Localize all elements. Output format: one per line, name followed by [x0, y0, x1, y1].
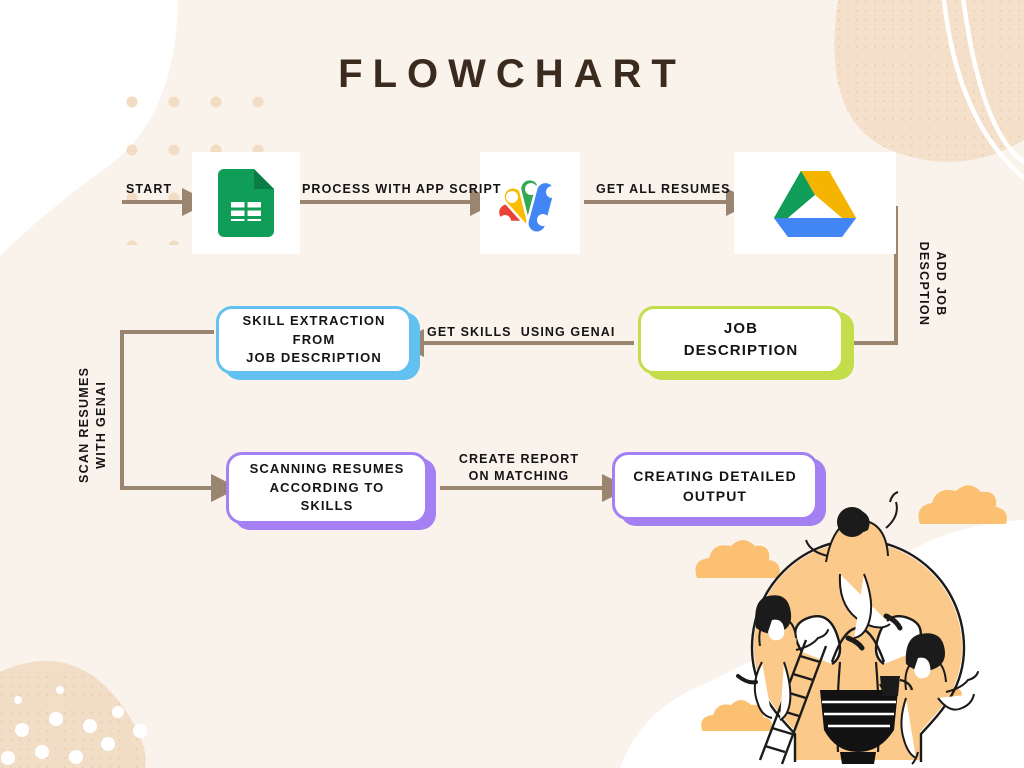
page-title: FLOWCHART	[338, 52, 686, 96]
node-skill-extraction[interactable]: SKILL EXTRACTION FROM JOB DESCRIPTION	[216, 306, 412, 374]
node-scanning-resumes[interactable]: SCANNING RESUMES ACCORDING TO SKILLS	[226, 452, 428, 524]
label-create-report-on-matching: CREATE REPORT ON MATCHING	[458, 452, 580, 483]
node-creating-output-label: CREATING DETAILED OUTPUT	[633, 467, 797, 504]
google-apps-script-icon	[496, 177, 558, 234]
node-google-apps-script[interactable]	[480, 152, 580, 254]
label-get-all-resumes: GET ALL RESUMES	[596, 182, 731, 196]
google-sheets-icon	[218, 169, 274, 237]
node-google-sheets[interactable]	[192, 152, 300, 254]
label-start: START	[126, 182, 173, 196]
node-google-drive[interactable]	[734, 152, 896, 254]
label-process-with-app-script: PROCESS WITH APP SCRIPT	[302, 182, 502, 196]
google-drive-icon	[774, 171, 856, 237]
flow-connectors	[120, 188, 898, 502]
node-job-description-label: JOB DESCRIPTION	[683, 320, 799, 359]
node-scanning-resumes-label: SCANNING RESUMES ACCORDING TO SKILLS	[249, 460, 405, 514]
node-skill-extraction-label: SKILL EXTRACTION FROM JOB DESCRIPTION	[242, 312, 386, 366]
arrow-scan-resumes-with-genai	[120, 330, 239, 502]
label-add-job-description: ADD JOB DESCPTION	[917, 241, 948, 327]
node-job-description[interactable]: JOB DESCRIPTION	[638, 306, 844, 374]
flowchart-canvas: FLOWCHART START PROCESS WITH APP SCRIPT …	[0, 0, 1024, 768]
label-get-skills-using-genai: GET SKILLS USING GENAI	[427, 325, 616, 339]
node-creating-output[interactable]: CREATING DETAILED OUTPUT	[612, 452, 818, 520]
label-scan-resumes-with-genai: SCAN RESUMES WITH GENAI	[77, 366, 108, 484]
